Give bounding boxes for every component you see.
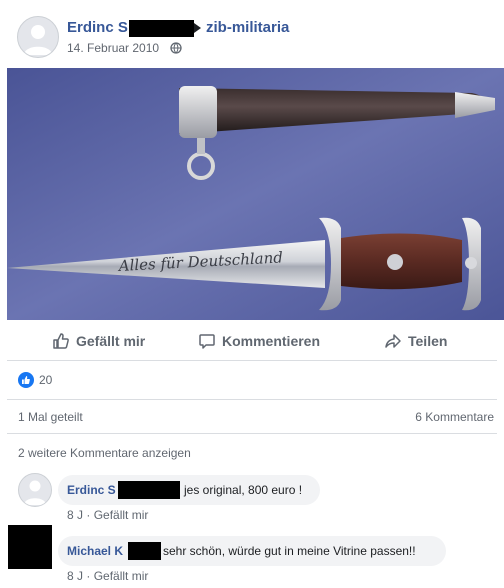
comment-label: Kommentieren [222, 333, 321, 349]
post-photo[interactable]: Alles für Deutschland [7, 68, 504, 320]
comment-meta: 8 J · Gefällt mir [67, 508, 148, 522]
group-name[interactable]: zib-militaria [206, 19, 289, 36]
divider [7, 360, 497, 361]
comment-author[interactable]: Michael K [67, 544, 123, 558]
reactions-summary[interactable]: 20 [18, 372, 52, 388]
comment-button[interactable]: Kommentieren [198, 332, 320, 350]
redaction-bar [128, 542, 161, 560]
comment-like-link[interactable]: Gefällt mir [94, 508, 149, 522]
comment-icon [199, 334, 215, 349]
comment-author[interactable]: Erdinc S [67, 483, 116, 497]
group-arrow-icon [192, 20, 204, 41]
redaction-bar [129, 20, 194, 37]
comment-meta: 8 J · Gefällt mir [67, 569, 148, 583]
commenter-avatar-redacted[interactable] [8, 525, 52, 569]
more-comments-link[interactable]: 2 weitere Kommentare anzeigen [18, 446, 191, 460]
reactions-count: 20 [39, 373, 53, 387]
divider [7, 399, 497, 400]
shares-count[interactable]: 1 Mal geteilt [18, 410, 83, 424]
thumbs-up-icon [53, 333, 69, 349]
separator-dot: · [86, 569, 94, 583]
default-avatar-icon [24, 25, 52, 55]
share-label: Teilen [408, 333, 448, 349]
default-avatar-icon [24, 480, 46, 505]
like-label: Gefällt mir [76, 333, 146, 349]
redaction-bar [118, 481, 180, 499]
post-date[interactable]: 14. Februar 2010 [67, 41, 159, 55]
comment-text: jes original, 800 euro ! [184, 483, 303, 497]
comment-text: sehr schön, würde gut in meine Vitrine p… [163, 544, 416, 558]
divider [7, 433, 497, 434]
share-icon [385, 334, 401, 348]
comment-time[interactable]: 8 J [67, 569, 83, 583]
globe-icon [170, 41, 182, 59]
like-button[interactable]: Gefällt mir [52, 332, 145, 350]
separator-dot: · [86, 508, 94, 522]
comment-like-link[interactable]: Gefällt mir [94, 569, 149, 583]
like-reaction-icon [18, 372, 34, 388]
commenter-avatar[interactable] [18, 473, 52, 507]
comments-count[interactable]: 6 Kommentare [415, 410, 494, 424]
post-author-name[interactable]: Erdinc S [67, 19, 128, 36]
comment-time[interactable]: 8 J [67, 508, 83, 522]
author-avatar[interactable] [17, 16, 59, 58]
share-button[interactable]: Teilen [384, 332, 447, 350]
